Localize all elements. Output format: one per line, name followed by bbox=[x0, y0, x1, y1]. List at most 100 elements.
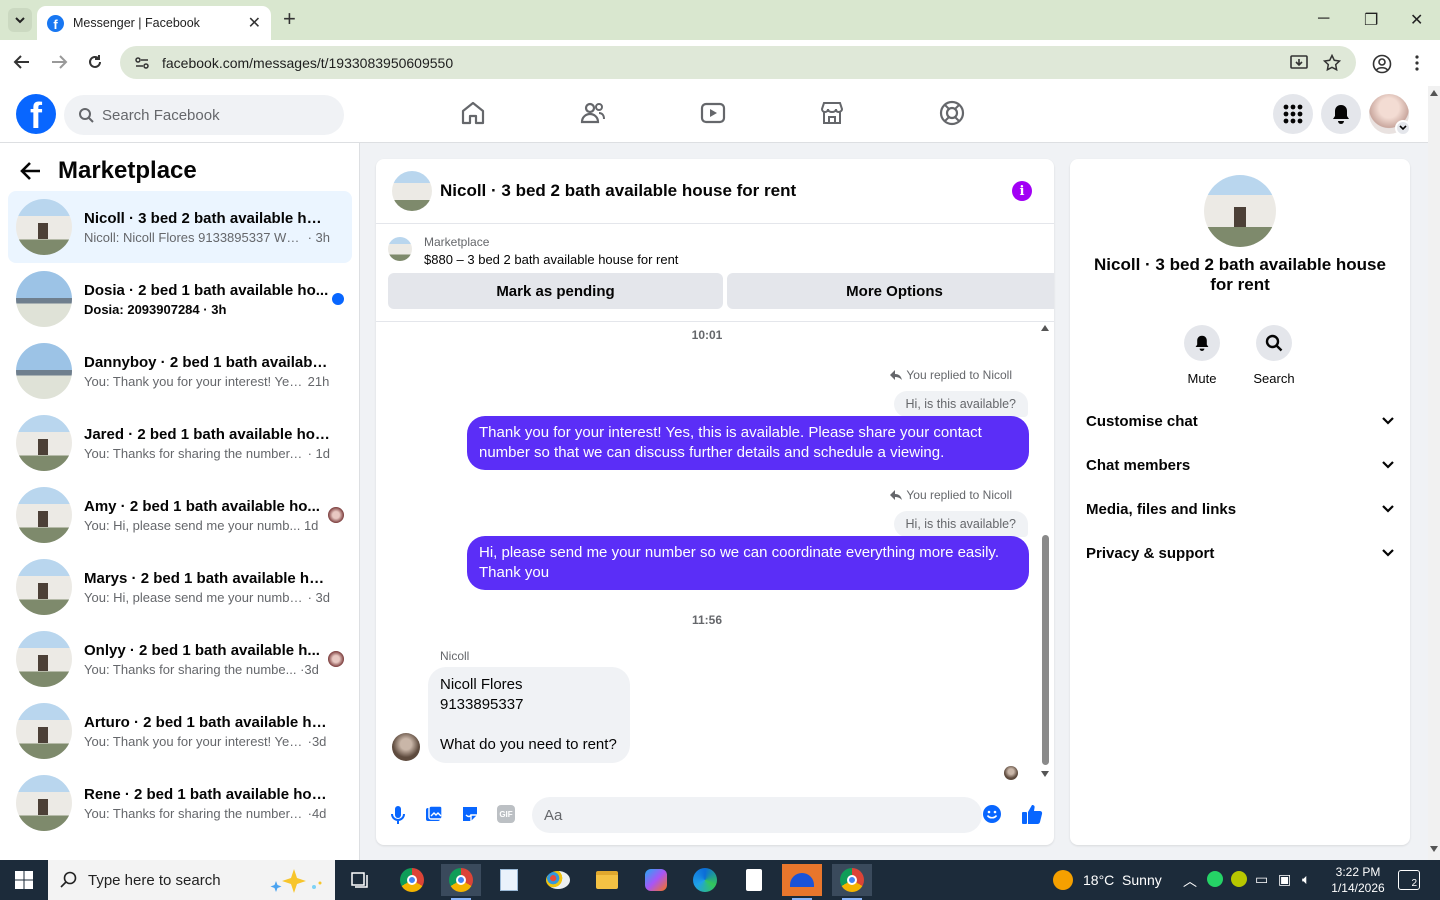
system-clock[interactable]: 3:22 PM 1/14/2026 bbox=[1330, 864, 1386, 896]
show-hidden-icons-icon[interactable]: ︿ bbox=[1183, 871, 1197, 891]
customise-chat-section[interactable]: Customise chat bbox=[1086, 403, 1394, 439]
taskbar-chrome-app-active[interactable] bbox=[441, 864, 481, 900]
outgoing-message[interactable]: Thank you for your interest! Yes, this i… bbox=[467, 416, 1029, 470]
taskbar-app-orange[interactable] bbox=[782, 864, 822, 900]
friends-icon[interactable] bbox=[580, 100, 606, 126]
task-view-button[interactable] bbox=[340, 864, 380, 896]
facebook-favicon-icon: f bbox=[47, 14, 64, 32]
gaming-icon[interactable] bbox=[939, 100, 965, 126]
maximize-button[interactable]: ❐ bbox=[1364, 10, 1378, 30]
conversation-time: 1d bbox=[303, 517, 319, 533]
info-icon[interactable]: i bbox=[1012, 181, 1032, 201]
search-action[interactable]: Search bbox=[1244, 325, 1304, 386]
back-arrow-icon[interactable] bbox=[20, 161, 42, 181]
address-bar[interactable]: facebook.com/messages/t/1933083950609550 bbox=[120, 46, 1356, 79]
taskbar-copilot-app[interactable] bbox=[636, 864, 676, 896]
minimize-button[interactable]: ─ bbox=[1318, 10, 1329, 28]
network-icon[interactable]: ▣ bbox=[1278, 871, 1291, 888]
taskbar-edge-app[interactable] bbox=[685, 864, 725, 896]
chat-members-section[interactable]: Chat members bbox=[1086, 447, 1394, 483]
message-input-wrapper[interactable] bbox=[532, 797, 982, 833]
scroll-up-arrow-icon[interactable] bbox=[1430, 90, 1438, 96]
outgoing-message[interactable]: Hi, please send me your number so we can… bbox=[467, 536, 1029, 590]
home-icon[interactable] bbox=[460, 100, 486, 126]
site-info-icon[interactable] bbox=[134, 55, 150, 71]
conversation-item[interactable]: Amy · 2 bed 1 bath available ho... You: … bbox=[8, 479, 352, 551]
back-arrow-icon[interactable] bbox=[13, 53, 31, 71]
taskbar-chrome-app[interactable] bbox=[392, 864, 432, 896]
conversation-item[interactable]: Dannyboy · 2 bed 1 bath available ... Yo… bbox=[8, 335, 352, 407]
conversation-item[interactable]: Rene · 2 bed 1 bath available hous... Yo… bbox=[8, 767, 352, 839]
chevron-down-icon bbox=[1399, 125, 1407, 131]
menu-grid-button[interactable] bbox=[1273, 94, 1313, 134]
privacy-support-section[interactable]: Privacy & support bbox=[1086, 535, 1394, 571]
volume-icon[interactable]: 🔈︎ bbox=[1302, 871, 1310, 888]
chat-title[interactable]: Nicoll · 3 bed 2 bath available house fo… bbox=[440, 181, 796, 201]
gif-icon[interactable]: GIF bbox=[497, 805, 515, 823]
divider bbox=[376, 321, 1054, 322]
marketplace-icon[interactable] bbox=[819, 100, 845, 126]
profile-icon[interactable] bbox=[1372, 54, 1392, 74]
facebook-search-input[interactable] bbox=[102, 106, 322, 124]
new-tab-button[interactable]: + bbox=[283, 8, 296, 30]
page-scrollbar[interactable] bbox=[1428, 86, 1440, 860]
sender-avatar[interactable] bbox=[392, 733, 420, 761]
sticker-icon[interactable] bbox=[461, 805, 479, 823]
message-input[interactable] bbox=[544, 806, 944, 824]
scroll-down-arrow-icon[interactable] bbox=[1041, 771, 1049, 777]
quoted-message[interactable]: Hi, is this available? bbox=[893, 391, 1028, 417]
chat-info-avatar[interactable] bbox=[1204, 175, 1276, 247]
section-label: Chat members bbox=[1086, 456, 1191, 474]
notifications-button[interactable] bbox=[1321, 94, 1361, 134]
close-window-button[interactable]: ✕ bbox=[1410, 10, 1423, 30]
weather-widget[interactable]: 18°C Sunny bbox=[1053, 870, 1162, 890]
notification-center-icon[interactable]: 2 bbox=[1398, 870, 1420, 890]
scrollbar-thumb[interactable] bbox=[1042, 535, 1049, 765]
reload-icon[interactable] bbox=[86, 53, 104, 71]
conversation-item[interactable]: Arturo · 2 bed 1 bath available hou... Y… bbox=[8, 695, 352, 767]
chat-header-thumbnail[interactable] bbox=[392, 171, 432, 211]
facebook-search[interactable] bbox=[64, 95, 344, 135]
scroll-down-arrow-icon[interactable] bbox=[1430, 846, 1438, 852]
conversation-preview: Dosia: 2093907284 bbox=[84, 301, 200, 317]
install-app-icon[interactable] bbox=[1290, 54, 1308, 72]
conversation-item[interactable]: Nicoll · 3 bed 2 bath available hou... N… bbox=[8, 191, 352, 263]
bookmark-star-icon[interactable] bbox=[1323, 54, 1341, 72]
taskbar-file-explorer-app[interactable] bbox=[587, 864, 627, 896]
conversation-item[interactable]: Onlyy · 2 bed 1 bath available h... You:… bbox=[8, 623, 352, 695]
taskbar-paint-app[interactable] bbox=[538, 864, 578, 896]
taskbar-search[interactable] bbox=[48, 860, 335, 900]
conversation-item[interactable]: Dosia · 2 bed 1 bath available ho... Dos… bbox=[8, 263, 352, 335]
whatsapp-icon[interactable] bbox=[1207, 871, 1223, 887]
forward-arrow-icon[interactable] bbox=[50, 53, 68, 71]
menu-kebab-icon[interactable] bbox=[1414, 54, 1420, 72]
taskbar-chrome-app-2[interactable] bbox=[832, 864, 872, 900]
taskbar-notepad-app[interactable] bbox=[734, 864, 774, 896]
video-icon[interactable] bbox=[700, 100, 726, 126]
mark-as-pending-button[interactable]: Mark as pending bbox=[388, 273, 723, 309]
meet-now-icon[interactable]: ▭ bbox=[1255, 871, 1268, 888]
tab-search-button[interactable] bbox=[8, 8, 32, 32]
scroll-up-arrow-icon[interactable] bbox=[1041, 325, 1049, 331]
more-options-button[interactable]: More Options bbox=[727, 273, 1054, 309]
emoji-icon[interactable] bbox=[982, 804, 1002, 824]
incoming-message[interactable]: Nicoll Flores 9133895337 What do you nee… bbox=[428, 667, 630, 763]
microphone-icon[interactable] bbox=[390, 805, 406, 825]
mute-action[interactable]: Mute bbox=[1172, 325, 1232, 386]
photo-icon[interactable] bbox=[425, 805, 443, 823]
thumbs-up-icon[interactable] bbox=[1021, 803, 1043, 825]
facebook-logo-icon[interactable]: f bbox=[16, 94, 56, 134]
listing-banner[interactable]: Marketplace $880 – 3 bed 2 bath availabl… bbox=[388, 235, 678, 267]
taskbar-photos-app[interactable] bbox=[489, 864, 529, 896]
conversation-item[interactable]: Marys · 2 bed 1 bath available hou... Yo… bbox=[8, 551, 352, 623]
media-files-links-section[interactable]: Media, files and links bbox=[1086, 491, 1394, 527]
messages-scrollbar[interactable] bbox=[1038, 325, 1052, 779]
conversation-item[interactable]: Jared · 2 bed 1 bath available hous... Y… bbox=[8, 407, 352, 479]
account-menu-chevron[interactable] bbox=[1395, 120, 1411, 136]
browser-tab[interactable]: f Messenger | Facebook ✕ bbox=[37, 6, 271, 40]
windows-start-icon[interactable] bbox=[15, 871, 33, 889]
close-tab-icon[interactable]: ✕ bbox=[248, 13, 261, 33]
quoted-message[interactable]: Hi, is this available? bbox=[893, 511, 1028, 537]
tray-app-icon[interactable] bbox=[1231, 871, 1247, 887]
taskbar-search-input[interactable] bbox=[88, 871, 258, 889]
